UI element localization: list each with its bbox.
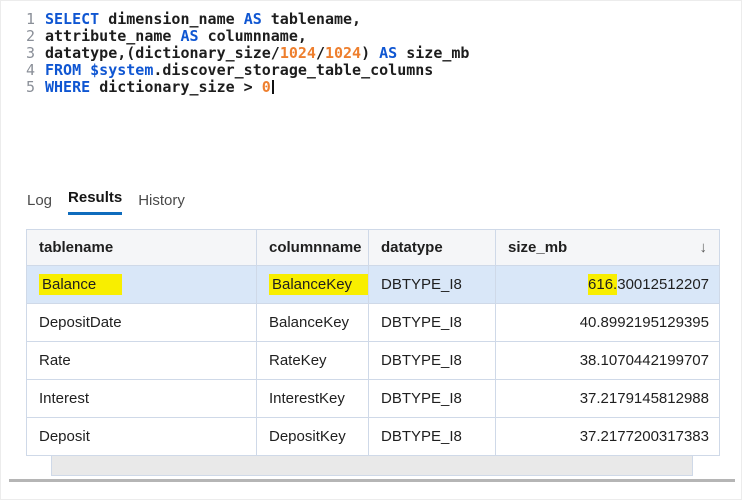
line-number: 1 xyxy=(25,10,35,28)
tab-log[interactable]: Log xyxy=(27,192,52,215)
cell-datatype[interactable]: DBTYPE_I8 xyxy=(368,303,496,342)
column-label: tablename xyxy=(39,239,114,256)
line-number: 3 xyxy=(25,44,35,62)
table-row[interactable]: Balance BalanceKey DBTYPE_I8 616.3001251220… xyxy=(26,265,720,304)
cell-text: 30012512207 xyxy=(617,276,709,293)
cell-datatype[interactable]: DBTYPE_I8 xyxy=(368,341,496,380)
cell-columnname[interactable]: RateKey xyxy=(256,341,369,380)
cell-columnname[interactable]: BalanceKey xyxy=(256,265,369,304)
sort-descending-icon[interactable]: ↓ xyxy=(700,239,708,256)
cell-datatype[interactable]: DBTYPE_I8 xyxy=(368,265,496,304)
yellow-highlight: BalanceKey xyxy=(269,274,368,295)
cell-text: DBTYPE_I8 xyxy=(381,314,462,331)
cell-columnname[interactable]: InterestKey xyxy=(256,379,369,418)
cell-size_mb[interactable]: 37.2177200317383 xyxy=(495,417,720,456)
code-line[interactable]: 4 FROM $system.discover_storage_table_col… xyxy=(13,62,741,79)
table-row[interactable]: DepositDate BalanceKey DBTYPE_I8 40.8992195… xyxy=(26,303,720,342)
cell-text: Interest xyxy=(39,390,90,407)
table-row[interactable]: Deposit DepositKey DBTYPE_I8 37.21772003173… xyxy=(26,417,720,456)
code-text: FROM $system.discover_storage_table_colu… xyxy=(45,61,434,79)
cell-text: 37.2179145812988 xyxy=(579,390,709,407)
cell-size_mb[interactable]: 38.1070442199707 xyxy=(495,341,720,380)
cell-size_mb[interactable]: 616.30012512207 xyxy=(495,265,720,304)
column-header-size-mb[interactable]: size_mb ↓ xyxy=(495,229,720,266)
tab-results[interactable]: Results xyxy=(68,189,123,215)
cell-text: BalanceKey xyxy=(269,314,350,331)
code-text: SELECT dimension_name AS tablename, xyxy=(45,10,362,28)
cell-text: 40.8992195129395 xyxy=(579,314,709,331)
partial-row xyxy=(51,456,693,476)
results-body: Balance BalanceKey DBTYPE_I8 616.3001251220… xyxy=(26,265,720,456)
code-text: datatype,(dictionary_size/1024/1024) AS … xyxy=(45,44,470,62)
code-line[interactable]: 5 WHERE dictionary_size > 0 xyxy=(13,79,741,96)
tab-history[interactable]: History xyxy=(138,192,185,215)
sql-editor[interactable]: 1 SELECT dimension_name AS tablename, 2 att… xyxy=(1,1,741,183)
cell-text: Deposit xyxy=(39,428,90,445)
cell-columnname[interactable]: BalanceKey xyxy=(256,303,369,342)
cell-text: DBTYPE_I8 xyxy=(381,352,462,369)
cell-text: Rate xyxy=(39,352,71,369)
column-label: datatype xyxy=(381,239,443,256)
cell-text: DepositKey xyxy=(269,428,346,445)
code-text: WHERE dictionary_size > 0 xyxy=(45,79,274,96)
cell-text: RateKey xyxy=(269,352,327,369)
text-cursor xyxy=(271,80,274,94)
header-row: tablename columnname datatype size_mb ↓ xyxy=(26,229,720,266)
cell-size_mb[interactable]: 37.2179145812988 xyxy=(495,379,720,418)
results-grid: tablename columnname datatype size_mb ↓ xyxy=(26,229,720,476)
code-lines: 1 SELECT dimension_name AS tablename, 2 att… xyxy=(13,11,741,96)
cell-text: DepositDate xyxy=(39,314,122,331)
column-label: size_mb xyxy=(508,239,568,256)
yellow-highlight: Balance xyxy=(39,274,123,295)
table-row[interactable]: Rate RateKey DBTYPE_I8 38.1070442199707 xyxy=(26,341,720,380)
cell-text: DBTYPE_I8 xyxy=(381,428,462,445)
code-text: attribute_name AS columnname, xyxy=(45,27,307,45)
line-number: 2 xyxy=(25,27,35,45)
cell-size_mb[interactable]: 40.8992195129395 xyxy=(495,303,720,342)
column-header-columnname[interactable]: columnname xyxy=(256,229,369,266)
cell-tablename[interactable]: Deposit xyxy=(26,417,257,456)
column-label: columnname xyxy=(269,239,362,256)
tab-bar: Log Results History xyxy=(1,183,741,215)
cell-text: 37.2177200317383 xyxy=(579,428,709,445)
column-header-tablename[interactable]: tablename xyxy=(26,229,257,266)
cell-text: DBTYPE_I8 xyxy=(381,390,462,407)
cell-tablename[interactable]: DepositDate xyxy=(26,303,257,342)
cell-tablename[interactable]: Interest xyxy=(26,379,257,418)
column-header-datatype[interactable]: datatype xyxy=(368,229,496,266)
code-line[interactable]: 1 SELECT dimension_name AS tablename, xyxy=(13,11,741,28)
table-row[interactable]: Interest InterestKey DBTYPE_I8 37.217914581… xyxy=(26,379,720,418)
cell-text: DBTYPE_I8 xyxy=(381,276,462,293)
line-number: 5 xyxy=(25,78,35,96)
code-line[interactable]: 2 attribute_name AS columnname, xyxy=(13,28,741,45)
line-number: 4 xyxy=(25,61,35,79)
cell-columnname[interactable]: DepositKey xyxy=(256,417,369,456)
results-table: tablename columnname datatype size_mb ↓ xyxy=(26,229,720,456)
code-line[interactable]: 3 datatype,(dictionary_size/1024/1024) AS… xyxy=(13,45,741,62)
app-window: 1 SELECT dimension_name AS tablename, 2 att… xyxy=(0,0,742,500)
bottom-divider xyxy=(9,479,735,482)
cell-text: InterestKey xyxy=(269,390,345,407)
cell-text: 38.1070442199707 xyxy=(579,352,709,369)
cell-tablename[interactable]: Balance xyxy=(26,265,257,304)
cell-datatype[interactable]: DBTYPE_I8 xyxy=(368,379,496,418)
yellow-highlight: 616. xyxy=(588,274,618,295)
cell-tablename[interactable]: Rate xyxy=(26,341,257,380)
cell-datatype[interactable]: DBTYPE_I8 xyxy=(368,417,496,456)
